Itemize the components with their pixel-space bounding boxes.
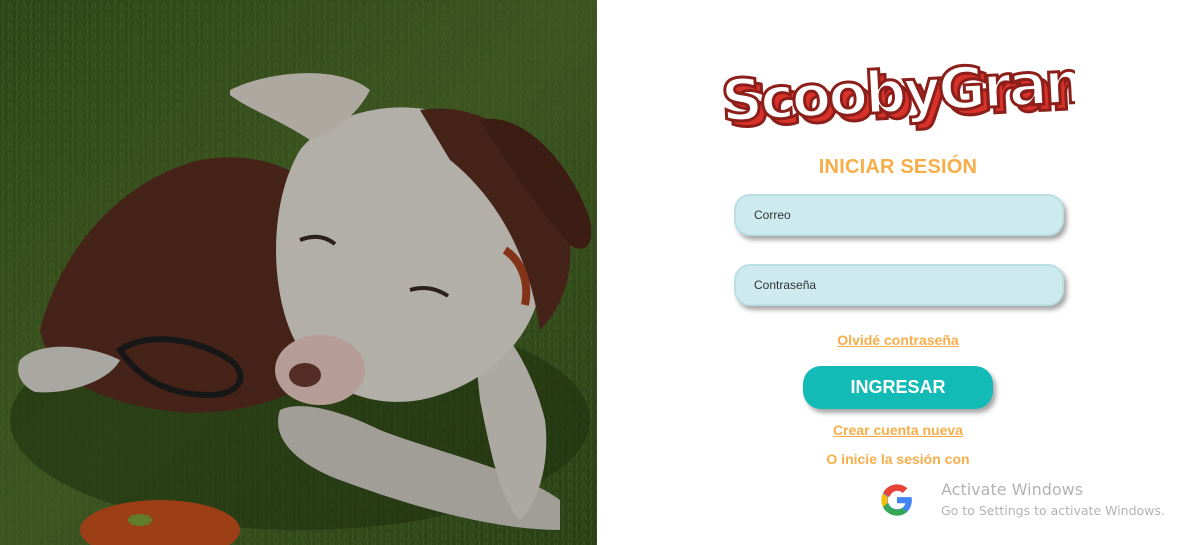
forgot-password-link[interactable]: Olvidé contraseña — [597, 332, 1199, 348]
scoobygram-logo: ScoobyGram ScoobyGram — [715, 46, 1111, 143]
email-field[interactable] — [734, 194, 1064, 236]
password-field[interactable] — [734, 264, 1064, 306]
windows-activation-watermark: Activate Windows Go to Settings to activ… — [941, 480, 1165, 518]
login-button[interactable]: INGRESAR — [803, 366, 993, 409]
google-icon[interactable] — [880, 483, 914, 517]
login-title: INICIAR SESIÓN — [818, 156, 978, 178]
create-account-link[interactable]: Crear cuenta nueva — [597, 422, 1199, 438]
alt-login-text: O inicie la sesión con — [826, 451, 970, 467]
dog-illustration — [0, 0, 597, 545]
login-panel: ScoobyGram ScoobyGram INICIAR SESIÓN Olv… — [597, 0, 1199, 545]
watermark-line2: Go to Settings to activate Windows. — [941, 503, 1165, 518]
watermark-line1: Activate Windows — [941, 480, 1084, 499]
dog-photo — [0, 0, 597, 545]
logo-wordmark: ScoobyGram ScoobyGram — [718, 46, 1111, 143]
